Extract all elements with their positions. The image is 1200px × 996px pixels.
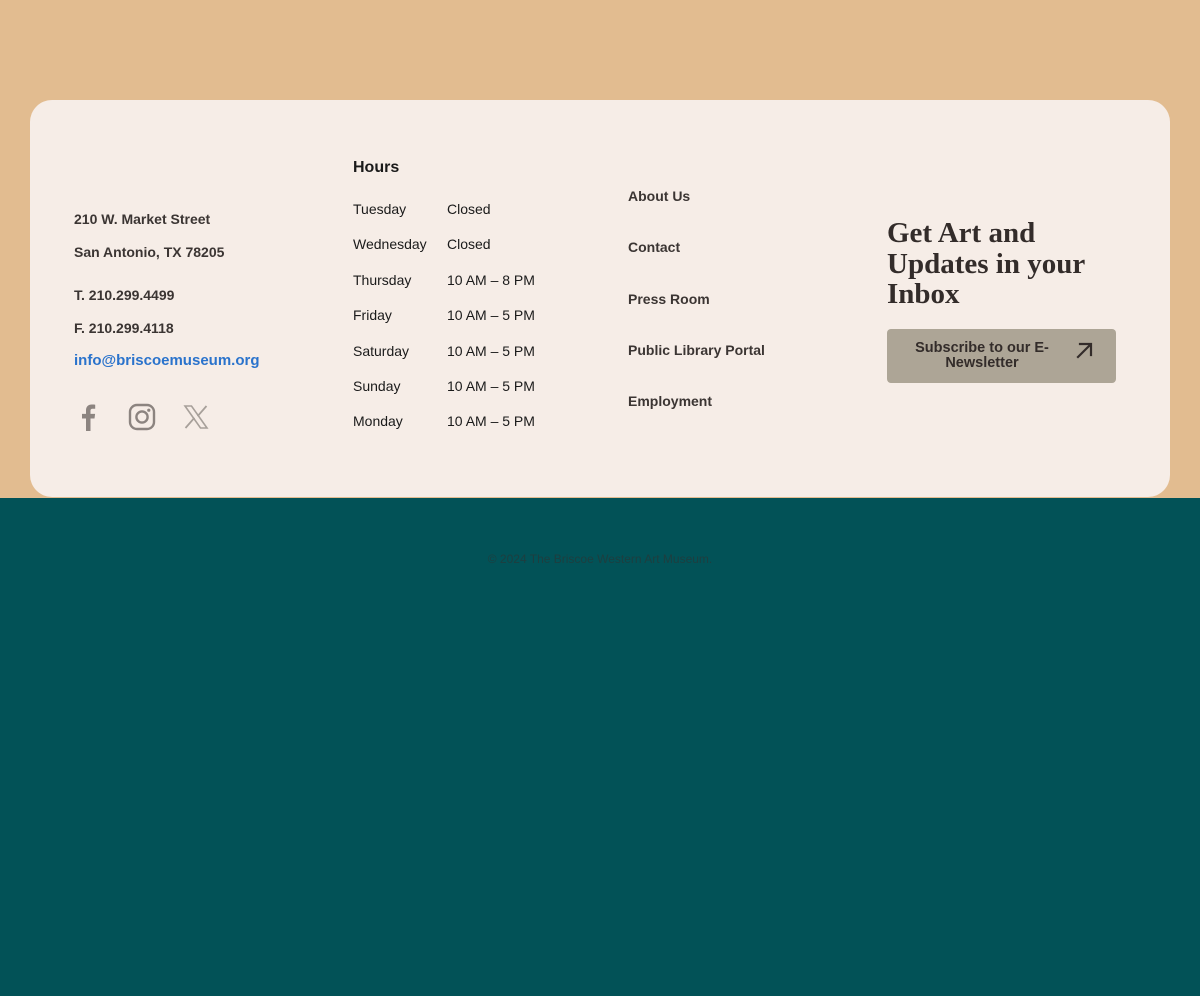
newsletter-title: Get Art and Updates in your Inbox — [887, 217, 1085, 310]
hours-day: Saturday — [353, 342, 410, 359]
fax-number: F. 210.299.4118 — [74, 320, 174, 336]
address-city: San Antonio, TX 78205 — [74, 244, 225, 260]
instagram-icon[interactable] — [128, 403, 156, 431]
address-street: 210 W. Market Street — [74, 211, 211, 227]
arrow-up-right-icon — [1076, 342, 1093, 359]
hours-time: Closed — [447, 236, 491, 253]
bottom-background — [0, 498, 1200, 996]
hours-day: Thursday — [353, 271, 412, 288]
hours-day: Monday — [353, 413, 403, 430]
subscribe-button[interactable]: Subscribe to our E-Newsletter — [887, 328, 1116, 383]
x-twitter-icon[interactable] — [182, 403, 210, 431]
hours-row: Sunday 10 AM – 5 PM — [353, 375, 573, 397]
nav-link-contact[interactable]: Contact — [628, 236, 828, 258]
hours-day: Tuesday — [353, 201, 407, 217]
facebook-icon[interactable] — [74, 403, 102, 431]
email-link[interactable]: info@briscoemuseum.org — [74, 350, 314, 372]
nav-link-public-library-portal[interactable]: Public Library Portal — [628, 339, 828, 361]
hours-time: 10 AM – 5 PM — [447, 377, 535, 394]
hours-time: 10 AM – 8 PM — [447, 271, 535, 288]
hours-section: Hours Tuesday Closed Wednesday Closed Th… — [353, 156, 573, 446]
hours-row: Tuesday Closed — [353, 198, 573, 220]
hours-row: Wednesday Closed — [353, 233, 573, 255]
footer-nav: About Us Contact Press Room Public Libra… — [628, 185, 828, 441]
hours-row: Monday 10 AM – 5 PM — [353, 410, 573, 432]
hours-row: Friday 10 AM – 5 PM — [353, 304, 573, 326]
newsletter-section: Get Art and Updates in your Inbox Subscr… — [887, 218, 1127, 388]
hours-time: Closed — [447, 201, 491, 217]
hours-day: Wednesday — [353, 236, 427, 253]
contact-info: 210 W. Market Street San Antonio, TX 782… — [74, 208, 314, 372]
nav-link-employment[interactable]: Employment — [628, 390, 828, 412]
hours-day: Sunday — [353, 377, 401, 394]
social-links — [74, 403, 210, 431]
subscribe-button-label: Subscribe to our E-Newsletter — [915, 339, 1049, 371]
hours-day: Friday — [353, 307, 392, 324]
nav-link-press-room[interactable]: Press Room — [628, 288, 828, 310]
hours-row: Thursday 10 AM – 8 PM — [353, 269, 573, 291]
hours-time: 10 AM – 5 PM — [447, 342, 535, 359]
hours-time: 10 AM – 5 PM — [447, 413, 535, 430]
hours-title: Hours — [353, 159, 400, 176]
copyright-text: © 2024 The Briscoe Western Art Museum. — [487, 552, 713, 566]
phone-number: T. 210.299.4499 — [74, 287, 175, 303]
hours-row: Saturday 10 AM – 5 PM — [353, 340, 573, 362]
hours-time: 10 AM – 5 PM — [447, 307, 535, 324]
nav-link-about-us[interactable]: About Us — [628, 185, 828, 207]
